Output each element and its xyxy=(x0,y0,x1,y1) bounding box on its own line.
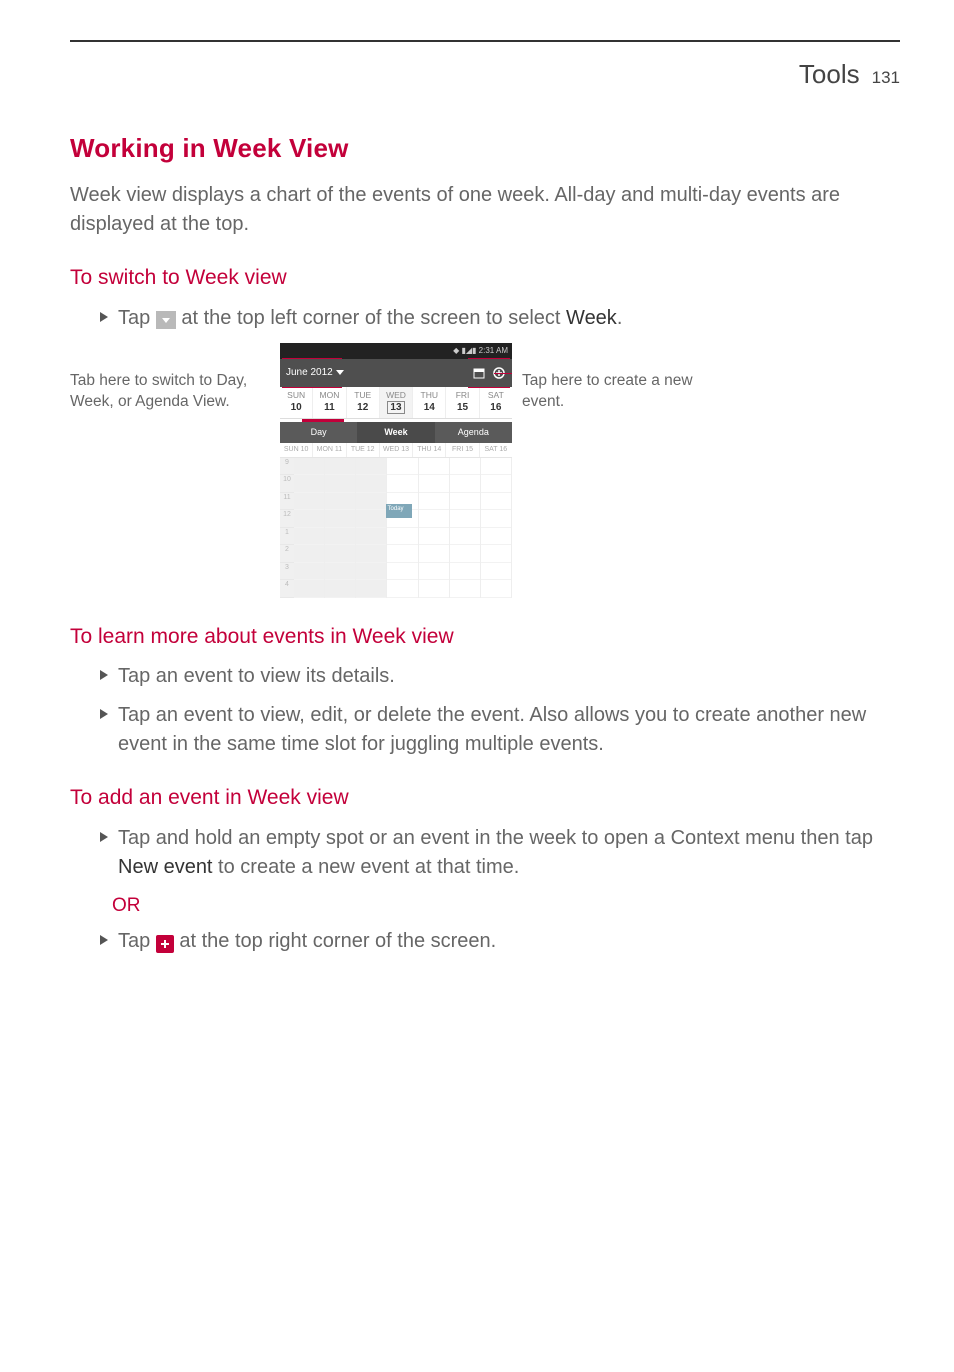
heading-add-event: To add an event in Week view xyxy=(70,783,900,813)
intro-paragraph: Week view displays a chart of the events… xyxy=(70,181,900,239)
or-label: OR xyxy=(112,892,900,920)
heading-switch-week: To switch to Week view xyxy=(70,263,900,293)
view-tabs[interactable]: Day Week Agenda xyxy=(280,422,512,443)
bullet-add-2: Tap at the top right corner of the scree… xyxy=(100,927,900,956)
month-dropdown[interactable]: June 2012 xyxy=(286,366,344,381)
page-number: 131 xyxy=(872,68,900,87)
section-title: Tools xyxy=(799,59,860,89)
week-day-headers: SUN 10 MON 11 TUE 12 WED 13 THU 14 FRI 1… xyxy=(280,443,512,458)
date-selector-row[interactable]: SUN10 MON11 TUE12 WED13 THU14 FRI15 SAT1… xyxy=(280,387,512,419)
bullet-icon xyxy=(100,312,108,322)
event-chip[interactable]: Today xyxy=(386,504,412,518)
heading-learn-more: To learn more about events in Week view xyxy=(70,622,900,652)
week-grid[interactable]: 91011121234 Today xyxy=(280,458,512,598)
phone-screenshot: ◆ ▮◢▮ 2:31 AM June 2012 SUN xyxy=(280,343,512,598)
annotation-right: Tap here to create a new event. xyxy=(512,343,722,598)
bullet-learn-1: Tap an event to view its details. xyxy=(100,662,900,691)
bullet-switch: Tap at the top left corner of the screen… xyxy=(100,304,900,333)
heading-working-week-view: Working in Week View xyxy=(70,130,900,168)
page-header: Tools 131 xyxy=(70,56,900,94)
status-bar: ◆ ▮◢▮ 2:31 AM xyxy=(280,343,512,359)
bullet-add-1: Tap and hold an empty spot or an event i… xyxy=(100,824,900,882)
tab-day[interactable]: Day xyxy=(280,422,357,443)
signal-icon: ◆ ▮◢▮ xyxy=(453,346,479,355)
today-icon[interactable] xyxy=(472,366,486,380)
plus-icon xyxy=(156,935,174,953)
bullet-icon xyxy=(100,935,108,945)
annotation-left: Tab here to switch to Day, Week, or Agen… xyxy=(70,343,280,598)
switch-text-pre: Tap xyxy=(118,307,156,329)
bullet-learn-2: Tap an event to view, edit, or delete th… xyxy=(100,701,900,759)
bullet-icon xyxy=(100,670,108,680)
dropdown-icon xyxy=(156,311,176,329)
switch-text-post: . xyxy=(617,307,623,329)
bullet-icon xyxy=(100,832,108,842)
tab-week[interactable]: Week xyxy=(357,422,434,443)
switch-text-mid: at the top left corner of the screen to … xyxy=(181,307,566,329)
switch-text-bold: Week xyxy=(566,307,617,329)
tab-agenda[interactable]: Agenda xyxy=(435,422,512,443)
bullet-icon xyxy=(100,709,108,719)
app-bar: June 2012 xyxy=(280,359,512,387)
